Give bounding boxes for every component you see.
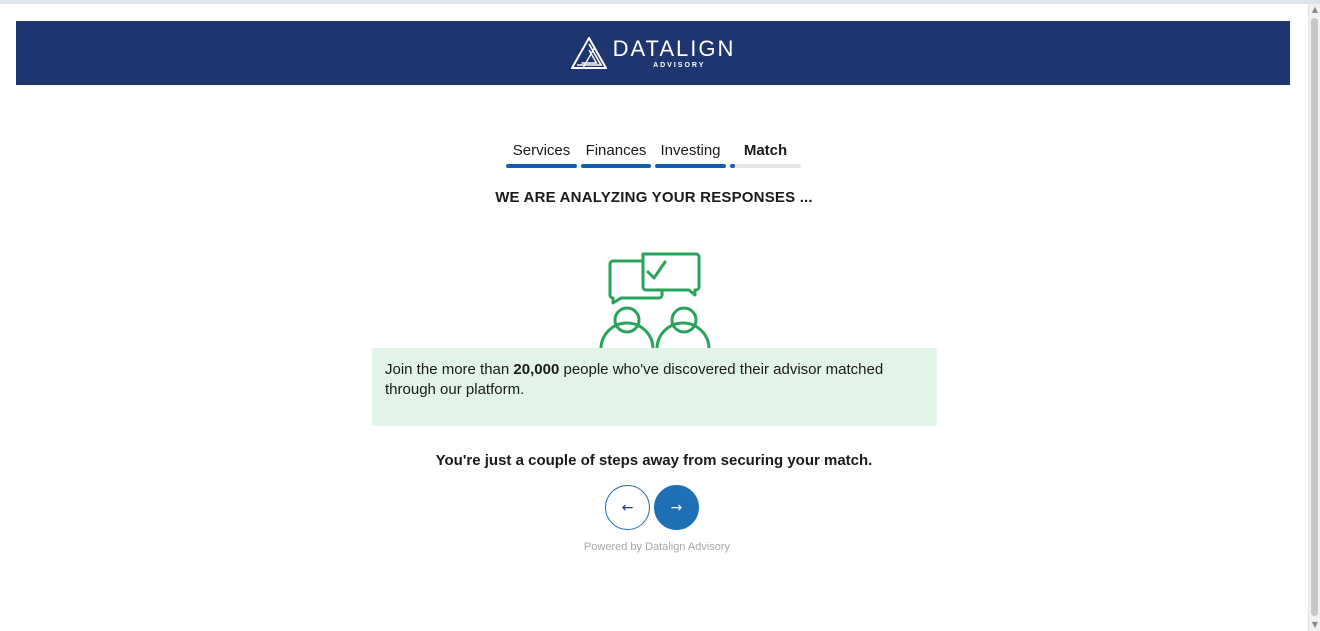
page-scrollbar[interactable]: ▲ ▼ — [1308, 4, 1320, 631]
browser-top-edge — [0, 0, 1320, 4]
step-progress-bar — [730, 164, 801, 168]
analyzing-heading: WE ARE ANALYZING YOUR RESPONSES ... — [495, 189, 813, 206]
next-button[interactable]: → — [654, 485, 699, 530]
brand-subtitle: ADVISORY — [653, 61, 706, 69]
arrow-right-icon: → — [670, 499, 683, 516]
people-chat-check-icon — [599, 252, 711, 350]
social-proof-box: Join the more than 20,000 people who've … — [372, 348, 937, 426]
scroll-up-icon[interactable]: ▲ — [1309, 5, 1320, 15]
scroll-down-icon[interactable]: ▼ — [1309, 620, 1320, 630]
steps-away-message: You're just a couple of steps away from … — [435, 452, 873, 469]
step-progress-bar — [506, 164, 577, 168]
powered-by-footer: Powered by Datalign Advisory — [583, 541, 731, 553]
info-prefix: Join the more than — [385, 361, 514, 378]
step-match: Match — [730, 140, 801, 168]
step-label: Match — [743, 142, 788, 159]
arrow-left-icon: ← — [621, 499, 634, 516]
step-label: Finances — [585, 142, 647, 159]
step-services: Services — [506, 140, 577, 168]
step-label: Investing — [660, 142, 721, 159]
step-progress-bar — [655, 164, 726, 168]
step-finances: Finances — [581, 140, 651, 168]
progress-steps: Services Finances Investing Match — [506, 140, 801, 168]
datalign-logo[interactable]: DATALIGN ADVISORY — [570, 35, 736, 69]
back-button[interactable]: ← — [605, 485, 650, 530]
step-investing: Investing — [655, 140, 726, 168]
user-count: 20,000 — [513, 361, 560, 378]
step-progress-bar — [581, 164, 651, 168]
site-header: DATALIGN ADVISORY — [16, 21, 1290, 85]
step-label: Services — [512, 142, 571, 159]
datalign-logo-mark-icon — [570, 37, 607, 69]
brand-name: DATALIGN — [612, 35, 736, 61]
scrollbar-thumb[interactable] — [1311, 18, 1318, 616]
